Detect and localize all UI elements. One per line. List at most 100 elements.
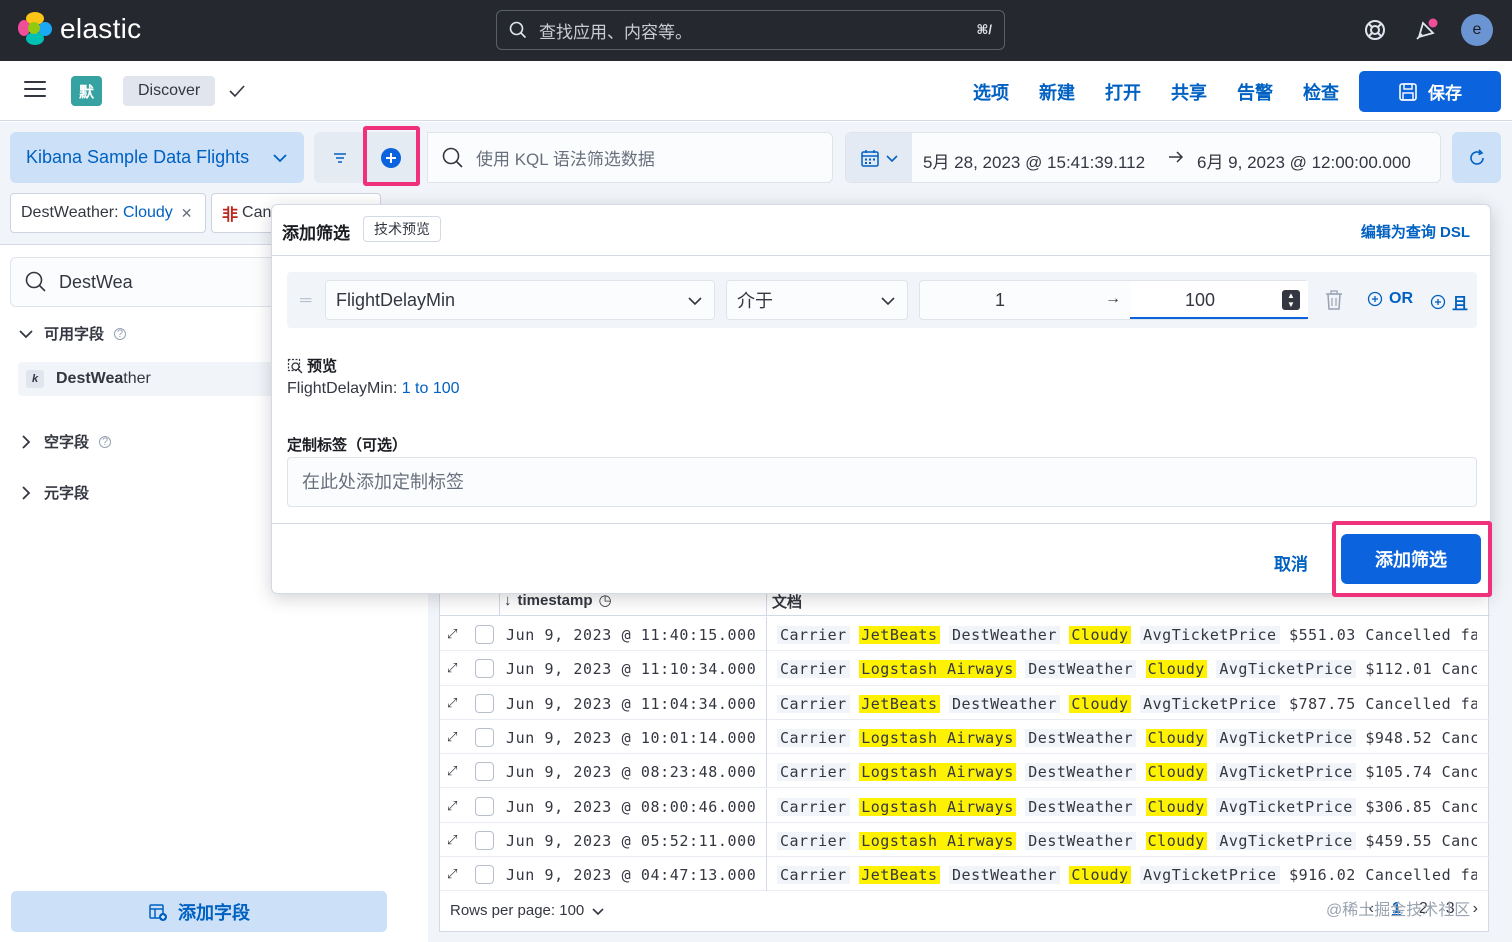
row-checkbox[interactable] (475, 727, 494, 747)
drag-handle-icon[interactable]: ═ (300, 292, 311, 310)
search-shortcut: ⌘/ (976, 22, 992, 37)
top-nav-share[interactable]: 共享 (1171, 79, 1207, 105)
news-feed-icon[interactable] (1412, 16, 1440, 44)
expand-icon[interactable]: ⤢ (447, 798, 457, 814)
next-page-icon[interactable]: › (1473, 900, 1478, 918)
nav-inspect[interactable]: 检查 (1303, 79, 1339, 105)
range-to-input[interactable]: 100 ▲ ▼ (1130, 281, 1308, 319)
date-quick-menu[interactable] (846, 133, 912, 182)
kql-search-input[interactable]: 使用 KQL 语法筛选数据 (427, 132, 833, 183)
menu-toggle-icon[interactable] (24, 81, 46, 99)
doc-label-carrier: Carrier (777, 728, 850, 747)
chevron-down-icon (886, 154, 898, 162)
top-nav-options[interactable]: 选项 (973, 79, 1009, 105)
doc-value-carrier: Logstash Airways (859, 763, 1016, 782)
expand-icon[interactable]: ⤢ (447, 626, 457, 642)
column-header-document[interactable]: 文档 (772, 591, 802, 612)
help-icon[interactable] (1361, 16, 1389, 44)
add-or-condition-button[interactable]: OR (1367, 290, 1413, 308)
row-checkbox[interactable] (475, 625, 494, 644)
nav-alerts[interactable]: 告警 (1237, 79, 1273, 105)
trash-icon[interactable] (1324, 289, 1344, 311)
operator-select[interactable]: 介于 (726, 280, 908, 320)
date-start[interactable]: 5月 28, 2023 @ 15:41:39.112 (923, 148, 1145, 173)
doc-label-weather: DestWeather (949, 694, 1060, 713)
nav-options[interactable]: 选项 (973, 79, 1009, 105)
row-checkbox[interactable] (475, 830, 494, 850)
help-icon[interactable]: ? (114, 327, 127, 340)
row-checkbox[interactable] (475, 693, 494, 713)
expand-icon[interactable]: ⤢ (447, 832, 457, 848)
custom-label-input[interactable] (288, 458, 1476, 506)
doc-value-price: $105.74 (1365, 763, 1433, 782)
empty-fields-toggle[interactable]: 空字段 ? (18, 431, 112, 452)
expand-icon[interactable]: ⤢ (447, 729, 457, 745)
doc-label-price: AvgTicketPrice (1140, 626, 1280, 644)
row-checkbox[interactable] (475, 865, 494, 885)
column-divider (766, 719, 767, 754)
inspect-icon (287, 358, 303, 374)
meta-fields-toggle[interactable]: 元字段 (18, 482, 89, 503)
sort-desc-icon[interactable]: ↓ (504, 592, 512, 609)
search-icon (442, 147, 463, 168)
row-document: Carrier Logstash Airways DestWeather Clo… (777, 728, 1477, 747)
field-item-destweather[interactable]: k DestWeather (18, 362, 278, 396)
doc-label-weather: DestWeather (1025, 763, 1137, 782)
doc-value-carrier: Logstash Airways (859, 797, 1016, 816)
expand-icon[interactable]: ⤢ (447, 763, 457, 779)
watermark: @稀土掘金技术社区 (1326, 902, 1471, 919)
number-stepper-icon[interactable]: ▲ ▼ (1282, 290, 1300, 310)
row-checkbox[interactable] (475, 762, 494, 782)
top-nav-inspect[interactable]: 检查 (1303, 79, 1339, 105)
row-document: Carrier JetBeats DestWeather Cloudy AvgT… (777, 626, 1477, 644)
refresh-button[interactable] (1452, 132, 1501, 183)
doc-label-price: AvgTicketPrice (1140, 866, 1280, 885)
field-select[interactable]: FlightDelayMin (325, 280, 715, 320)
breadcrumb-discover[interactable]: Discover (123, 76, 216, 106)
expand-icon[interactable]: ⤢ (447, 866, 457, 882)
filter-menu-button[interactable] (314, 132, 366, 183)
range-from-input[interactable]: 1 (920, 290, 1080, 311)
available-fields-toggle[interactable]: 可用字段 ? (18, 323, 127, 344)
add-and-condition-button[interactable]: 且 (1430, 290, 1468, 314)
elastic-logo[interactable]: elastic (18, 12, 141, 46)
data-view-picker[interactable]: Kibana Sample Data Flights (10, 132, 304, 183)
top-nav-new[interactable]: 新建 (1039, 79, 1075, 105)
table-row: ⤢ Jun 9, 2023 @ 11:10:34.000 Carrier Logst… (440, 651, 1490, 686)
filter-pill-destweather[interactable]: DestWeather: Cloudy ✕ (10, 193, 206, 233)
custom-label-field[interactable] (287, 457, 1477, 507)
rows-per-page-select[interactable]: Rows per page: 100 (450, 902, 604, 919)
date-picker[interactable]: 5月 28, 2023 @ 15:41:39.112 6月 9, 2023 @ … (845, 132, 1441, 183)
row-checkbox[interactable] (475, 796, 494, 816)
save-label: 保存 (1428, 84, 1462, 103)
nav-share[interactable]: 共享 (1171, 79, 1207, 105)
nav-open[interactable]: 打开 (1105, 79, 1141, 105)
close-icon[interactable]: ✕ (181, 205, 193, 222)
global-search-input[interactable]: 查找应用、内容等。 ⌘/ (496, 10, 1005, 50)
nav-new[interactable]: 新建 (1039, 79, 1075, 105)
available-fields-label: 可用字段 (44, 326, 105, 343)
top-nav-alerts[interactable]: 告警 (1237, 79, 1273, 105)
top-nav-open[interactable]: 打开 (1105, 79, 1141, 105)
space-avatar[interactable]: 默 (71, 76, 102, 106)
row-timestamp: Jun 9, 2023 @ 05:52:11.000 (506, 831, 757, 850)
edit-as-dsl-link[interactable]: 编辑为查询 DSL (1361, 221, 1470, 242)
row-checkbox[interactable] (475, 659, 494, 679)
expand-icon[interactable]: ⤢ (447, 695, 457, 711)
data-view-label: Kibana Sample Data Flights (26, 147, 250, 167)
table-add-icon (149, 903, 167, 921)
doc-tail: Cancell… (1441, 660, 1477, 679)
row-timestamp: Jun 9, 2023 @ 11:40:15.000 (506, 626, 757, 644)
preview-title: 预览 (307, 358, 338, 375)
save-button[interactable]: 保存 (1359, 71, 1501, 112)
expand-icon[interactable]: ⤢ (447, 660, 457, 676)
cancel-button[interactable]: 取消 (1274, 550, 1308, 575)
chevron-down-icon (688, 297, 702, 306)
date-end[interactable]: 6月 9, 2023 @ 12:00:00.000 (1197, 148, 1411, 173)
doc-value-price: $948.52 (1365, 728, 1433, 747)
custom-label-heading: 定制标签（可选） (287, 437, 408, 454)
row-document: Carrier Logstash Airways DestWeather Clo… (777, 763, 1477, 782)
add-field-button[interactable]: 添加字段 (11, 891, 387, 932)
user-avatar[interactable]: e (1461, 14, 1493, 46)
help-icon[interactable]: ? (99, 435, 112, 448)
